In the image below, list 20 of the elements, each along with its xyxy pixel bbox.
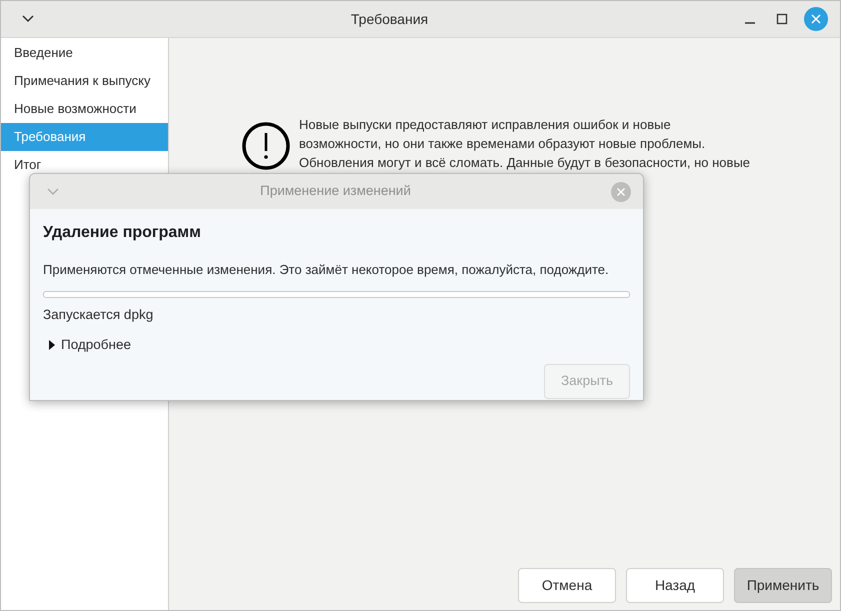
expander-icon[interactable] <box>48 338 56 351</box>
dialog-message: Применяются отмеченные изменения. Это займёт некоторое время, пожалуйста, подождите. <box>43 261 610 279</box>
dialog-title: Применение изменений <box>259 182 412 200</box>
warning-text: возможности, но они также временами образуют новые проблемы. <box>299 135 706 153</box>
sidebar-item[interactable]: Примечания к выпуску <box>1 67 168 95</box>
warning-icon <box>241 121 291 171</box>
dialog-button[interactable]: Отмена <box>518 568 616 603</box>
dialog-heading: Удаление программ <box>43 223 202 243</box>
maximize-icon[interactable] <box>776 13 788 25</box>
chevron-down-icon[interactable] <box>21 14 35 24</box>
warning-text: Обновления могут и всё сломать. Данные будут в безопасности, но новые <box>299 154 750 172</box>
status-text: Запускается dpkg <box>43 306 154 324</box>
close-icon[interactable] <box>804 7 828 31</box>
window-title: Требования <box>350 10 430 29</box>
dialog-button[interactable]: Применить <box>734 568 832 603</box>
sidebar-item[interactable]: Введение <box>1 39 168 67</box>
warning-text: Новые выпуски предоставляют исправления ошибок и новые <box>299 116 671 134</box>
dialog-button[interactable]: Назад <box>626 568 724 603</box>
details-expander[interactable]: Подробнее <box>61 334 132 355</box>
sidebar-item[interactable]: Новые возможности <box>1 95 168 123</box>
